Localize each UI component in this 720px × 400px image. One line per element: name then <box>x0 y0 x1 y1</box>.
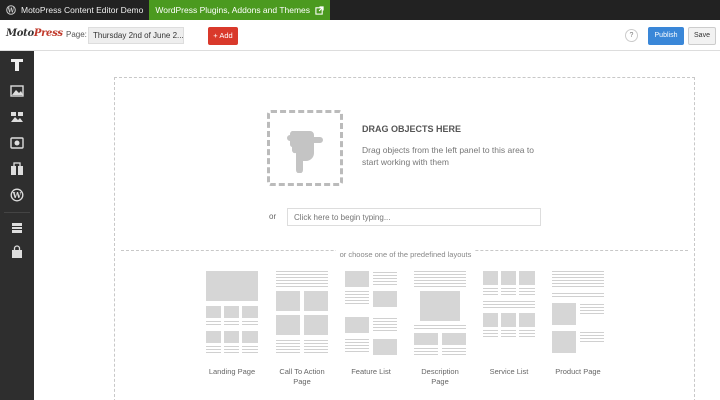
plugins-link[interactable]: WordPress Plugins, Addons and Themes <box>149 0 331 20</box>
layout-name: Service List <box>489 367 529 376</box>
gallery-object-button[interactable] <box>4 106 30 128</box>
layout-service-list[interactable]: Service List <box>483 271 535 377</box>
layout-icon <box>12 223 22 233</box>
drag-hand-icon <box>267 110 343 186</box>
layout-name: Call To Action Page <box>279 367 325 386</box>
widget-object-button[interactable] <box>4 158 30 180</box>
video-object-button[interactable] <box>4 132 30 154</box>
image-object-button[interactable] <box>4 80 30 102</box>
gallery-icon <box>11 112 23 122</box>
svg-text:W: W <box>12 190 23 200</box>
save-button[interactable]: Save <box>688 27 716 45</box>
site-title-link[interactable]: W MotoPress Content Editor Demo <box>0 0 149 20</box>
objects-panel: W <box>0 51 34 400</box>
panel-divider <box>4 212 30 213</box>
help-button[interactable]: ? <box>625 29 638 42</box>
svg-text:W: W <box>7 7 15 14</box>
layout-thumbnail <box>483 271 535 357</box>
page-select[interactable]: Thursday 2nd of June 2... <box>88 27 184 44</box>
text-object-button[interactable] <box>4 54 30 76</box>
layout-name: Landing Page <box>208 367 256 376</box>
layout-thumbnail <box>206 271 258 357</box>
image-icon <box>10 85 24 97</box>
layout-name: Feature List <box>351 367 391 376</box>
layout-thumbnail <box>345 271 397 357</box>
text-icon <box>11 59 23 71</box>
add-button[interactable]: + Add <box>208 27 238 45</box>
logo-part-2: Press <box>33 28 63 39</box>
layout-call-to-action-page[interactable]: Call To Action Page <box>276 271 328 387</box>
site-title: MotoPress Content Editor Demo <box>21 5 144 15</box>
or-label: or <box>269 212 277 221</box>
wordpress-icon: W <box>10 188 24 202</box>
video-icon <box>10 137 24 149</box>
layout-name: Description Page <box>421 367 459 386</box>
layout-object-button[interactable] <box>4 217 30 239</box>
admin-bar: W MotoPress Content Editor Demo WordPres… <box>0 0 720 20</box>
layout-feature-list[interactable]: Feature List <box>345 271 397 377</box>
publish-button[interactable]: Publish <box>648 27 684 45</box>
layout-name: Product Page <box>555 367 601 376</box>
wordpress-icon: W <box>6 5 16 15</box>
layout-thumbnail <box>414 271 466 357</box>
layout-description-page[interactable]: Description Page <box>414 271 466 387</box>
drop-title: DRAG OBJECTS HERE <box>362 124 462 134</box>
layouts-caption-wrap: or choose one of the predefined layouts <box>115 244 696 262</box>
shop-object-button[interactable] <box>4 241 30 263</box>
layout-landing-page[interactable]: Landing Page <box>206 271 258 377</box>
begin-typing-input[interactable] <box>287 208 541 226</box>
layout-thumbnail <box>552 271 604 357</box>
page-label: Page: <box>66 30 87 39</box>
plugins-link-label: WordPress Plugins, Addons and Themes <box>155 5 311 15</box>
pointing-hand-icon <box>287 131 323 173</box>
editor-canvas: DRAG OBJECTS HERE Drag objects from the … <box>34 51 720 400</box>
layout-product-page[interactable]: Product Page <box>552 271 604 377</box>
drop-description: Drag objects from the left panel to this… <box>362 145 534 167</box>
bag-icon <box>12 245 22 258</box>
logo-part-1: Moto <box>6 28 34 39</box>
motopress-logo: MotoPress <box>6 28 63 39</box>
widget-icon <box>11 162 23 175</box>
external-link-icon <box>315 5 324 15</box>
editor-toolbar: MotoPress Page: Thursday 2nd of June 2..… <box>0 20 720 51</box>
wordpress-object-button[interactable]: W <box>4 184 30 206</box>
layout-thumbnail <box>276 271 328 357</box>
drop-zone[interactable]: DRAG OBJECTS HERE Drag objects from the … <box>114 77 695 400</box>
layouts-caption: or choose one of the predefined layouts <box>335 250 476 259</box>
